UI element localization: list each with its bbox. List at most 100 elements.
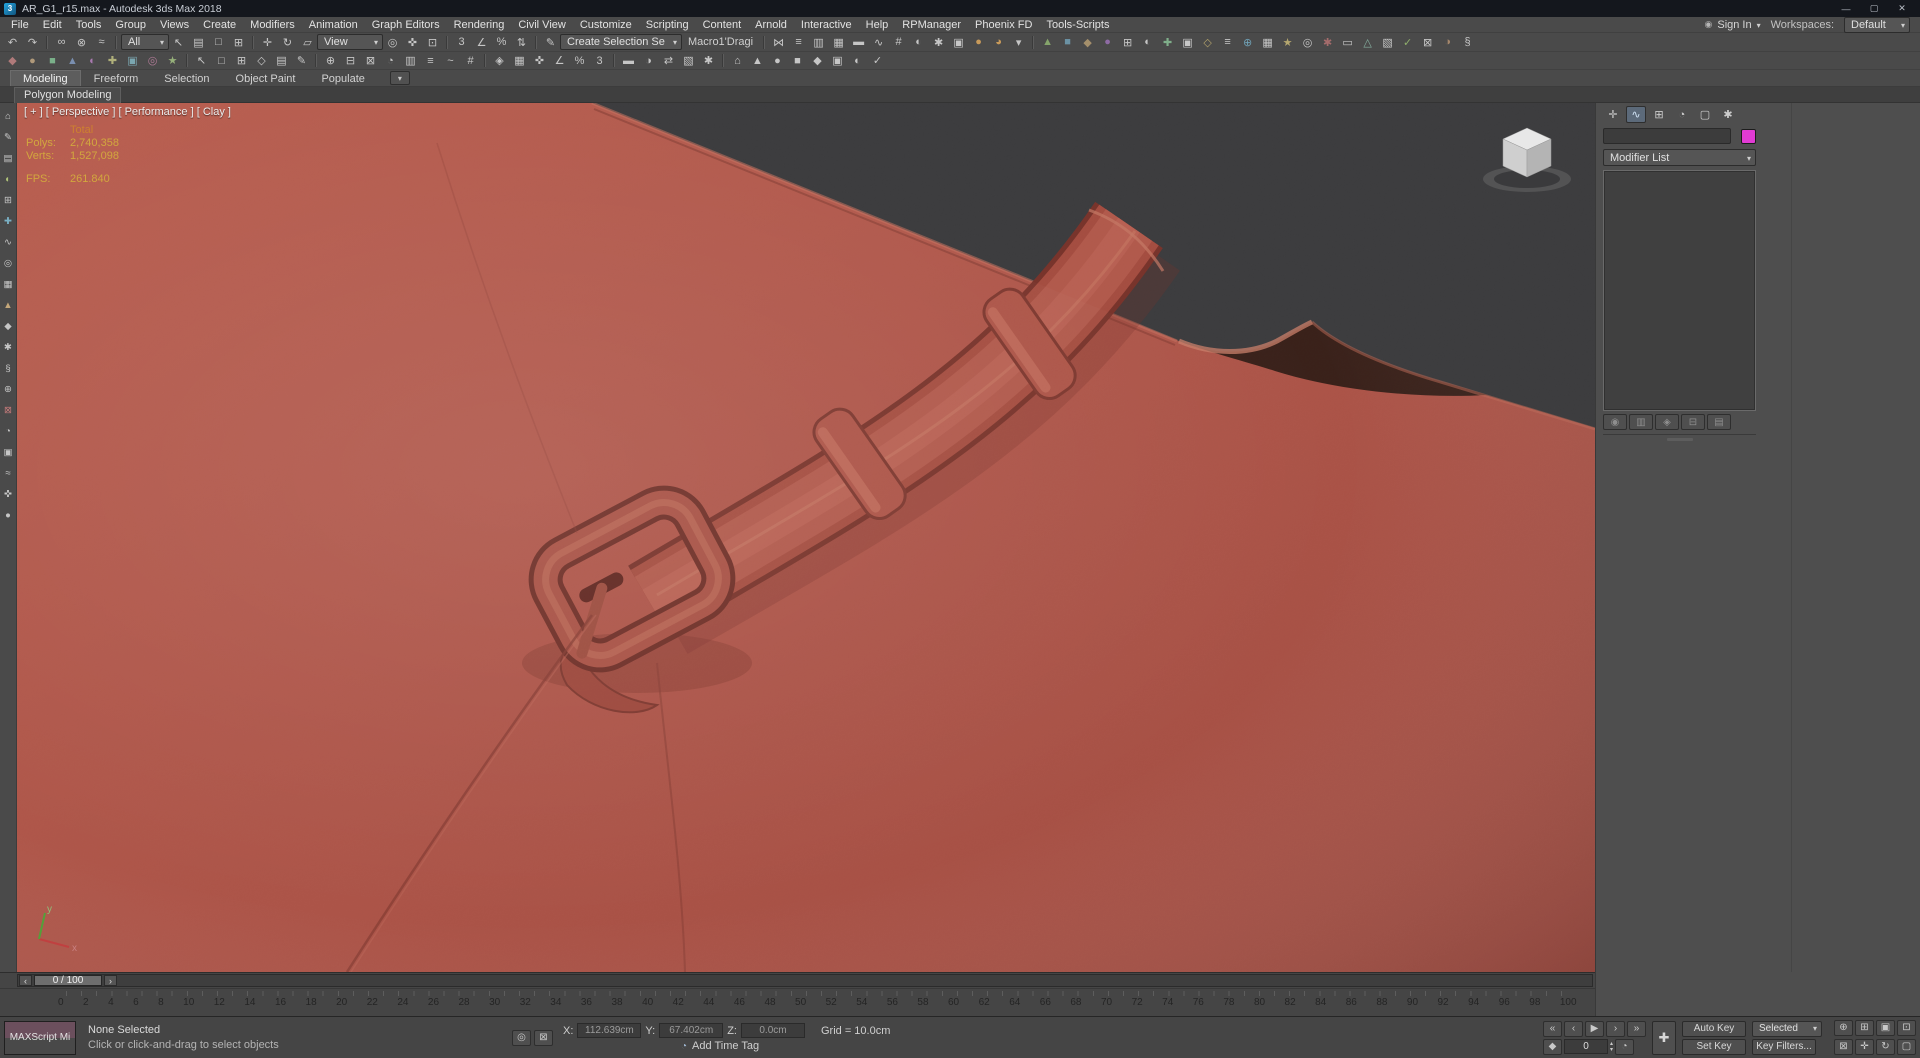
ribbon-tab-selection[interactable]: Selection (151, 70, 222, 86)
toolbar2-icon-39[interactable]: ◆ (808, 53, 827, 69)
schematic-view-icon[interactable]: # (889, 34, 908, 50)
render-setup-icon[interactable]: ✱ (929, 34, 948, 50)
window-crossing-icon[interactable]: ⊞ (229, 34, 248, 50)
maximize-viewport-button[interactable]: ▢ (1897, 1038, 1916, 1055)
toolbar2-icon-32[interactable]: ⇄ (659, 53, 678, 69)
selection-region-icon[interactable]: □ (209, 34, 228, 50)
frame-tick-label[interactable]: 86 (1346, 997, 1357, 1008)
align-icon[interactable]: ≡ (789, 34, 808, 50)
menu-animation[interactable]: Animation (302, 19, 365, 31)
frame-tick-label[interactable]: 90 (1407, 997, 1418, 1008)
go-to-start-button[interactable]: « (1543, 1020, 1562, 1037)
frame-tick-label[interactable]: 60 (948, 997, 959, 1008)
z-coordinate-field[interactable]: 0.0cm (740, 1023, 805, 1038)
set-keys-button[interactable]: ✚ (1652, 1020, 1676, 1055)
isolate-selection-toggle[interactable]: ◎ (512, 1029, 531, 1046)
left-dock-icon-7[interactable]: ∿ (1, 235, 16, 249)
toolbar2-icon-27[interactable]: ∠ (550, 53, 569, 69)
workspace-select[interactable]: Default (1844, 16, 1910, 33)
remove-modifier-button[interactable]: ⊟ (1681, 414, 1705, 430)
redo-icon[interactable]: ↷ (23, 34, 42, 50)
frame-tick-label[interactable]: 74 (1162, 997, 1173, 1008)
unlink-selection-icon[interactable]: ⊗ (72, 34, 91, 50)
object-name-field[interactable] (1603, 128, 1731, 144)
utilities-tab[interactable]: ✱ (1718, 106, 1738, 123)
make-unique-button[interactable]: ◈ (1655, 414, 1679, 430)
plugin-icon-11[interactable]: ⊕ (1238, 34, 1257, 50)
plugin-icon-2[interactable]: ■ (1058, 34, 1077, 50)
zoom-extents-all-button[interactable]: ⊡ (1897, 1019, 1916, 1036)
frame-tick-label[interactable]: 6 (133, 997, 139, 1008)
frame-tick-label[interactable]: 2 (83, 997, 89, 1008)
left-dock-icon-5[interactable]: ⊞ (1, 193, 16, 207)
frame-tick-label[interactable]: 38 (611, 997, 622, 1008)
add-time-tag[interactable]: ◔ Add Time Tag (681, 1040, 759, 1052)
ribbon-tab-populate[interactable]: Populate (308, 70, 377, 86)
toolbar2-icon-28[interactable]: % (570, 53, 589, 69)
toolbar2-icon-40[interactable]: ▣ (828, 53, 847, 69)
percent-snap-icon[interactable]: % (492, 34, 511, 50)
frame-tick-label[interactable]: 28 (459, 997, 470, 1008)
plugin-icon-18[interactable]: ▧ (1378, 34, 1397, 50)
select-and-manipulate-icon[interactable]: ✜ (403, 34, 422, 50)
ribbon-minimize-button[interactable]: ▾ (389, 71, 410, 85)
frame-tick-label[interactable]: 0 (58, 997, 64, 1008)
frame-tick-label[interactable]: 52 (826, 997, 837, 1008)
menu-group[interactable]: Group (108, 19, 153, 31)
frame-tick-label[interactable]: 68 (1070, 997, 1081, 1008)
menu-create[interactable]: Create (196, 19, 243, 31)
frame-tick-label[interactable]: 42 (673, 997, 684, 1008)
layer-explorer-icon[interactable]: ▥ (809, 34, 828, 50)
select-and-link-icon[interactable]: ∞ (52, 34, 71, 50)
left-dock-icon-14[interactable]: ⊕ (1, 382, 16, 396)
modify-tab[interactable]: ∿ (1626, 106, 1646, 123)
menu-tools[interactable]: Tools (69, 19, 109, 31)
go-to-end-button[interactable]: » (1627, 1020, 1646, 1037)
render-iterative-icon[interactable]: ◕ (989, 34, 1008, 50)
menu-help[interactable]: Help (859, 19, 896, 31)
select-and-rotate-icon[interactable]: ↻ (278, 34, 297, 50)
angle-snap-icon[interactable]: ∠ (472, 34, 491, 50)
menu-views[interactable]: Views (153, 19, 196, 31)
left-dock-icon-6[interactable]: ✚ (1, 214, 16, 228)
toolbar2-icon-34[interactable]: ✱ (699, 53, 718, 69)
frame-tick-label[interactable]: 66 (1040, 997, 1051, 1008)
plugin-icon-19[interactable]: ✓ (1398, 34, 1417, 50)
frame-tick-label[interactable]: 32 (520, 997, 531, 1008)
reference-coordinate-dropdown[interactable]: View (317, 34, 383, 50)
polygon-modeling-panel-tab[interactable]: Polygon Modeling (14, 86, 122, 103)
left-dock-icon-1[interactable]: ⌂ (1, 109, 16, 123)
select-and-move-icon[interactable]: ✛ (258, 34, 277, 50)
viewport[interactable]: x y [ + ] [ Perspective ] [ Performance … (17, 103, 1595, 972)
toolbar2-icon-31[interactable]: ◑ (639, 53, 658, 69)
object-color-swatch[interactable] (1741, 128, 1756, 144)
left-dock-icon-17[interactable]: ▣ (1, 445, 16, 459)
toolbar2-icon-33[interactable]: ▧ (679, 53, 698, 69)
time-slider-track[interactable]: ‹ 0 / 100 › (17, 974, 1593, 987)
frame-tick-label[interactable]: 70 (1101, 997, 1112, 1008)
plugin-icon-16[interactable]: ▭ (1338, 34, 1357, 50)
frame-tick-label[interactable]: 76 (1193, 997, 1204, 1008)
menu-rendering[interactable]: Rendering (447, 19, 512, 31)
frame-spinner[interactable] (1610, 1041, 1613, 1053)
toolbar2-icon-29[interactable]: 3 (590, 53, 609, 69)
toolbar2-icon-21[interactable]: ≡ (421, 53, 440, 69)
modifier-list-dropdown[interactable]: Modifier List (1603, 149, 1756, 166)
previous-frame-button[interactable]: ‹ (1564, 1020, 1583, 1037)
use-center-icon[interactable]: ◎ (383, 34, 402, 50)
frame-tick-label[interactable]: 92 (1438, 997, 1449, 1008)
pan-button[interactable]: ✛ (1855, 1038, 1874, 1055)
menu-scripting[interactable]: Scripting (639, 19, 696, 31)
render-production-icon[interactable]: ● (969, 34, 988, 50)
toolbar2-icon-25[interactable]: ▦ (510, 53, 529, 69)
next-frame-button[interactable]: › (104, 975, 117, 986)
select-by-name-icon[interactable]: ▤ (189, 34, 208, 50)
toolbar2-icon-6[interactable]: ✚ (103, 53, 122, 69)
frame-tick-label[interactable]: 26 (428, 997, 439, 1008)
pin-stack-button[interactable]: ◉ (1603, 414, 1627, 430)
render-flyout-icon[interactable]: ▾ (1009, 34, 1028, 50)
plugin-icon-14[interactable]: ◎ (1298, 34, 1317, 50)
plugin-icon-21[interactable]: ◑ (1438, 34, 1457, 50)
frame-tick-label[interactable]: 82 (1285, 997, 1296, 1008)
toolbar2-icon-13[interactable]: ◇ (252, 53, 271, 69)
